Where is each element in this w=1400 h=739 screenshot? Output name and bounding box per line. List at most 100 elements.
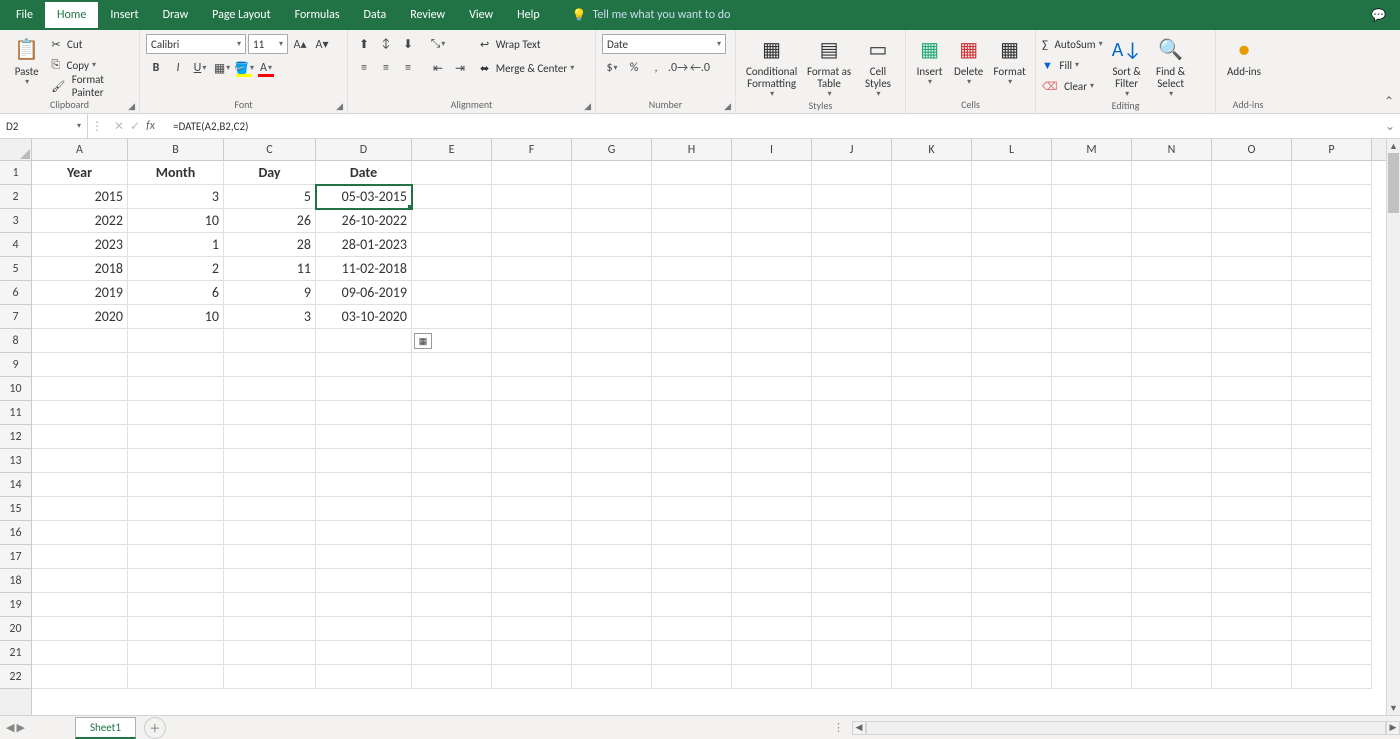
cell-C17[interactable] bbox=[224, 545, 316, 569]
cell-L1[interactable] bbox=[972, 161, 1052, 185]
sheet-tab[interactable]: Sheet1 bbox=[75, 717, 136, 739]
row-header-9[interactable]: 9 bbox=[0, 353, 31, 377]
row-header-13[interactable]: 13 bbox=[0, 449, 31, 473]
cell-K1[interactable] bbox=[892, 161, 972, 185]
comments-icon[interactable]: 💬 bbox=[1371, 8, 1396, 23]
cell-K11[interactable] bbox=[892, 401, 972, 425]
cell-M4[interactable] bbox=[1052, 233, 1132, 257]
cell-G4[interactable] bbox=[572, 233, 652, 257]
cell-C8[interactable] bbox=[224, 329, 316, 353]
cell-D18[interactable] bbox=[316, 569, 412, 593]
cell-L3[interactable] bbox=[972, 209, 1052, 233]
column-header-B[interactable]: B bbox=[128, 139, 224, 160]
cell-I18[interactable] bbox=[732, 569, 812, 593]
cell-G19[interactable] bbox=[572, 593, 652, 617]
align-left-icon[interactable]: ≡ bbox=[354, 58, 374, 78]
cell-C13[interactable] bbox=[224, 449, 316, 473]
cell-G18[interactable] bbox=[572, 569, 652, 593]
cell-N6[interactable] bbox=[1132, 281, 1212, 305]
cell-G13[interactable] bbox=[572, 449, 652, 473]
fill-handle[interactable] bbox=[408, 205, 412, 209]
cell-P5[interactable] bbox=[1292, 257, 1372, 281]
cell-O2[interactable] bbox=[1212, 185, 1292, 209]
cell-P21[interactable] bbox=[1292, 641, 1372, 665]
cell-D10[interactable] bbox=[316, 377, 412, 401]
cell-I5[interactable] bbox=[732, 257, 812, 281]
cell-L17[interactable] bbox=[972, 545, 1052, 569]
cell-F11[interactable] bbox=[492, 401, 572, 425]
row-header-7[interactable]: 7 bbox=[0, 305, 31, 329]
cell-L14[interactable] bbox=[972, 473, 1052, 497]
cell-C3[interactable]: 26 bbox=[224, 209, 316, 233]
cell-C4[interactable]: 28 bbox=[224, 233, 316, 257]
cell-E11[interactable] bbox=[412, 401, 492, 425]
cell-P11[interactable] bbox=[1292, 401, 1372, 425]
cell-O5[interactable] bbox=[1212, 257, 1292, 281]
cell-F4[interactable] bbox=[492, 233, 572, 257]
cell-E22[interactable] bbox=[412, 665, 492, 689]
column-header-D[interactable]: D bbox=[316, 139, 412, 160]
cell-A15[interactable] bbox=[32, 497, 128, 521]
cell-B22[interactable] bbox=[128, 665, 224, 689]
align-middle-icon[interactable]: ↕ bbox=[376, 34, 396, 54]
dialog-launcher-icon[interactable]: ◢ bbox=[584, 101, 591, 112]
cell-M14[interactable] bbox=[1052, 473, 1132, 497]
cell-F16[interactable] bbox=[492, 521, 572, 545]
cell-O9[interactable] bbox=[1212, 353, 1292, 377]
cell-I22[interactable] bbox=[732, 665, 812, 689]
tab-home[interactable]: Home bbox=[45, 2, 98, 28]
format-cells-button[interactable]: ▦Format▾ bbox=[990, 34, 1029, 87]
cell-I21[interactable] bbox=[732, 641, 812, 665]
cell-B12[interactable] bbox=[128, 425, 224, 449]
cell-C2[interactable]: 5 bbox=[224, 185, 316, 209]
cell-A17[interactable] bbox=[32, 545, 128, 569]
cell-P7[interactable] bbox=[1292, 305, 1372, 329]
row-header-8[interactable]: 8 bbox=[0, 329, 31, 353]
autosum-button[interactable]: ∑ AutoSum▾ bbox=[1042, 34, 1103, 54]
row-header-14[interactable]: 14 bbox=[0, 473, 31, 497]
cell-H19[interactable] bbox=[652, 593, 732, 617]
cell-E15[interactable] bbox=[412, 497, 492, 521]
cell-A5[interactable]: 2018 bbox=[32, 257, 128, 281]
cell-P20[interactable] bbox=[1292, 617, 1372, 641]
cell-J12[interactable] bbox=[812, 425, 892, 449]
italic-button[interactable]: I bbox=[168, 58, 188, 78]
cell-K3[interactable] bbox=[892, 209, 972, 233]
cell-L16[interactable] bbox=[972, 521, 1052, 545]
cell-E12[interactable] bbox=[412, 425, 492, 449]
cell-F5[interactable] bbox=[492, 257, 572, 281]
cell-I3[interactable] bbox=[732, 209, 812, 233]
cell-D11[interactable] bbox=[316, 401, 412, 425]
cell-F19[interactable] bbox=[492, 593, 572, 617]
cell-D8[interactable] bbox=[316, 329, 412, 353]
cell-N1[interactable] bbox=[1132, 161, 1212, 185]
tab-page-layout[interactable]: Page Layout bbox=[200, 2, 282, 28]
cell-M18[interactable] bbox=[1052, 569, 1132, 593]
cell-E7[interactable] bbox=[412, 305, 492, 329]
cell-J18[interactable] bbox=[812, 569, 892, 593]
cell-L5[interactable] bbox=[972, 257, 1052, 281]
cell-M5[interactable] bbox=[1052, 257, 1132, 281]
cell-J11[interactable] bbox=[812, 401, 892, 425]
cell-B9[interactable] bbox=[128, 353, 224, 377]
cell-E5[interactable] bbox=[412, 257, 492, 281]
scroll-thumb[interactable] bbox=[1388, 153, 1399, 213]
cell-E21[interactable] bbox=[412, 641, 492, 665]
cell-K21[interactable] bbox=[892, 641, 972, 665]
vertical-scrollbar[interactable]: ▲ ▼ bbox=[1386, 139, 1400, 715]
cell-L10[interactable] bbox=[972, 377, 1052, 401]
delete-cells-button[interactable]: ▦Delete▾ bbox=[951, 34, 986, 87]
cell-L19[interactable] bbox=[972, 593, 1052, 617]
increase-decimal-icon[interactable]: .0→ bbox=[668, 58, 688, 78]
cell-B2[interactable]: 3 bbox=[128, 185, 224, 209]
cell-O13[interactable] bbox=[1212, 449, 1292, 473]
cell-N14[interactable] bbox=[1132, 473, 1212, 497]
cell-C22[interactable] bbox=[224, 665, 316, 689]
cell-G17[interactable] bbox=[572, 545, 652, 569]
cell-A13[interactable] bbox=[32, 449, 128, 473]
cell-K2[interactable] bbox=[892, 185, 972, 209]
cell-J5[interactable] bbox=[812, 257, 892, 281]
cell-F8[interactable] bbox=[492, 329, 572, 353]
cell-F21[interactable] bbox=[492, 641, 572, 665]
cell-N17[interactable] bbox=[1132, 545, 1212, 569]
